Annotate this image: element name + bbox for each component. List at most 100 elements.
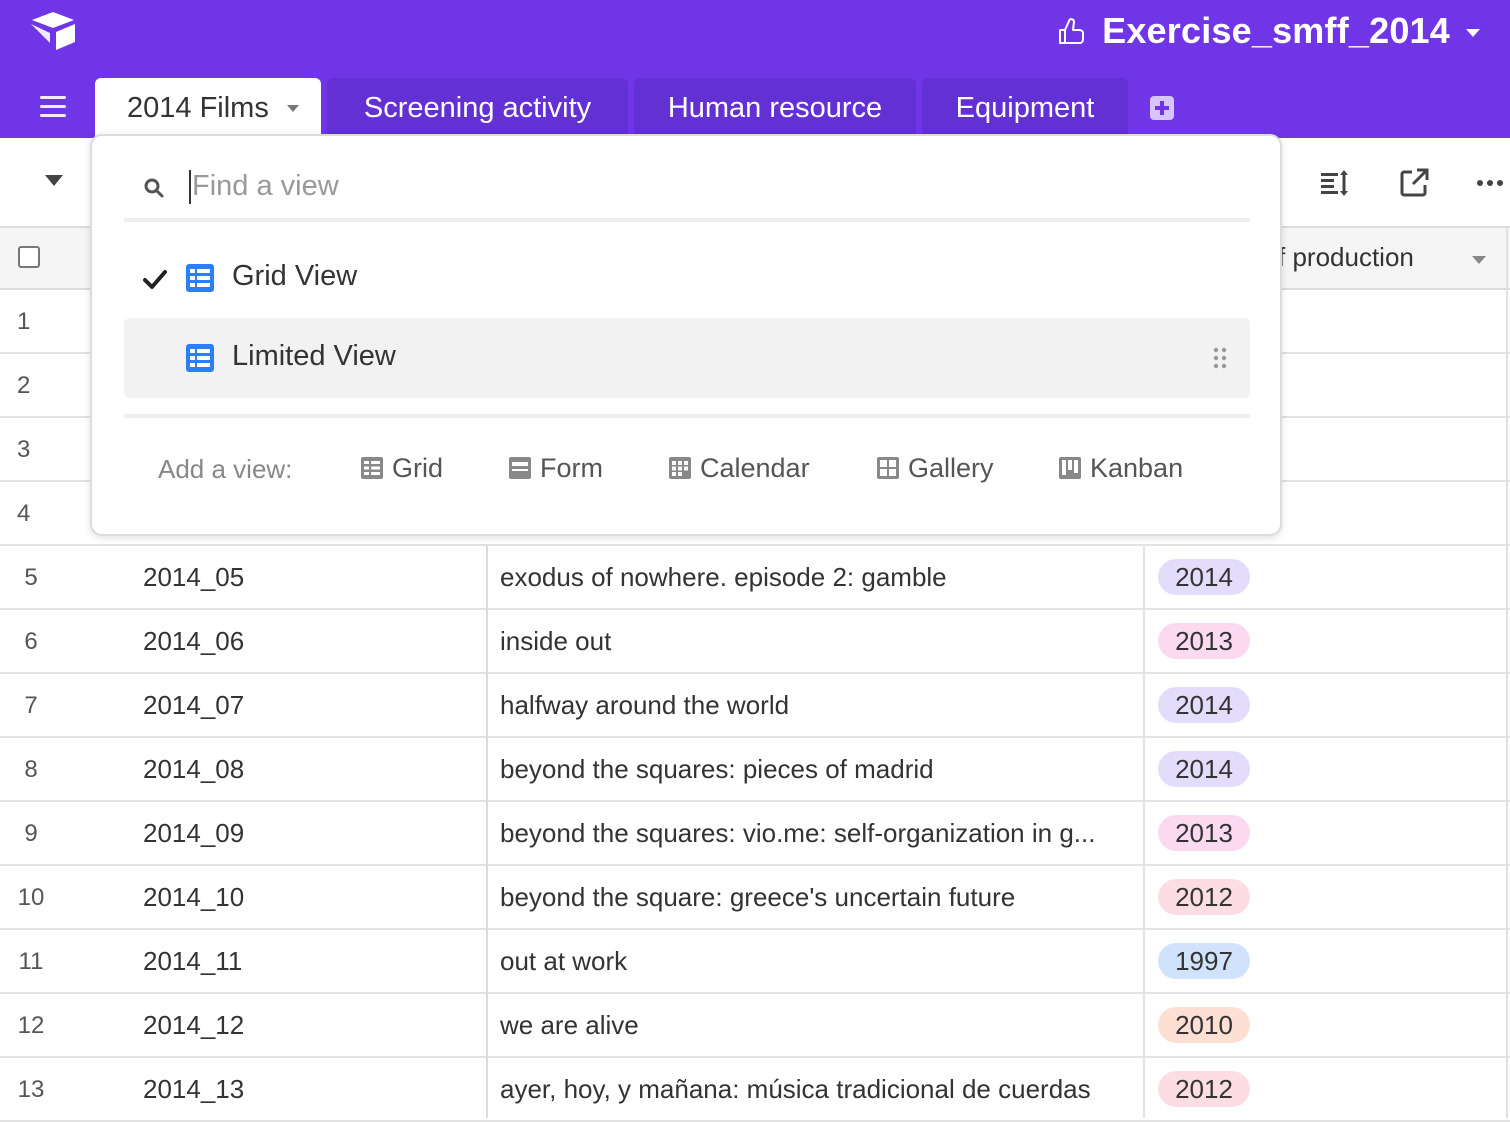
hand-pointer-icon[interactable]	[1056, 16, 1086, 46]
row-number: 11	[18, 948, 44, 975]
row-number: 12	[17, 1012, 45, 1039]
table-row[interactable]: 10 2014_10 beyond the square: greece's u…	[0, 866, 1510, 930]
year-tag[interactable]: 2014	[1158, 751, 1250, 787]
tab-equipment[interactable]: Equipment	[922, 78, 1128, 138]
base-title-area[interactable]: Exercise_smff_2014	[1056, 8, 1480, 54]
year-tag[interactable]: 2014	[1158, 687, 1250, 723]
add-gallery-view-button[interactable]: Gallery	[876, 448, 994, 488]
year-tag[interactable]: 2013	[1158, 815, 1250, 851]
film-title-cell[interactable]: beyond the squares: vio.me: self-organiz…	[500, 818, 1130, 849]
kanban-icon	[1059, 457, 1081, 479]
film-title-cell[interactable]: exodus of nowhere. episode 2: gamble	[500, 562, 1130, 593]
film-id-cell[interactable]: 2014_10	[143, 882, 244, 913]
column-header-dropdown-icon[interactable]	[1472, 256, 1486, 264]
tab-label: 2014 Films	[127, 91, 269, 124]
film-id-cell[interactable]: 2014_09	[143, 818, 244, 849]
row-number: 1	[17, 308, 31, 335]
grid-view-icon	[186, 344, 214, 372]
select-all-checkbox[interactable]	[18, 246, 40, 268]
film-id-cell[interactable]: 2014_08	[143, 754, 244, 785]
year-tag[interactable]: 2013	[1158, 623, 1250, 659]
film-id-cell[interactable]: 2014_06	[143, 626, 244, 657]
calendar-icon	[669, 457, 691, 479]
drag-handle-icon[interactable]	[1212, 346, 1228, 370]
grid-view-icon	[186, 264, 214, 292]
film-title-cell[interactable]: inside out	[500, 626, 1130, 657]
year-tag[interactable]: 2012	[1158, 1071, 1250, 1107]
add-form-view-button[interactable]: Form	[508, 448, 603, 488]
more-options-icon[interactable]	[1474, 166, 1508, 200]
hamburger-menu-icon[interactable]	[40, 96, 66, 118]
base-title[interactable]: Exercise_smff_2014	[1102, 10, 1450, 52]
add-kanban-view-button[interactable]: Kanban	[1058, 448, 1183, 488]
add-option-label: Kanban	[1090, 452, 1184, 483]
year-tag[interactable]: 2010	[1158, 1007, 1250, 1043]
year-tag[interactable]: 2012	[1158, 879, 1250, 915]
column-header-year-of-production[interactable]: f production	[1278, 242, 1414, 273]
column-divider	[1506, 228, 1508, 1118]
row-number: 7	[24, 692, 38, 719]
row-number: 5	[24, 564, 38, 591]
film-id-cell[interactable]: 2014_07	[143, 690, 244, 721]
form-icon	[509, 457, 531, 479]
row-number: 13	[17, 1076, 45, 1103]
view-switcher-dropdown: Grid View Limited View Add a view: Grid	[90, 134, 1282, 536]
table-row[interactable]: 6 2014_06 inside out 2013	[0, 610, 1510, 674]
grid-icon	[361, 457, 383, 479]
tab-human-resource[interactable]: Human resource	[634, 78, 916, 138]
checkmark-icon	[143, 270, 167, 289]
tab-label: Screening activity	[363, 91, 592, 124]
airtable-logo-icon[interactable]	[28, 10, 78, 50]
row-height-icon[interactable]	[1318, 166, 1352, 200]
base-title-dropdown-icon[interactable]	[1466, 29, 1480, 37]
film-id-cell[interactable]: 2014_12	[143, 1010, 244, 1041]
tab-label: Equipment	[955, 91, 1095, 124]
row-number: 10	[17, 884, 45, 911]
divider	[124, 218, 1250, 222]
table-row[interactable]: 9 2014_09 beyond the squares: vio.me: se…	[0, 802, 1510, 866]
search-icon	[144, 178, 164, 198]
film-title-cell[interactable]: beyond the square: greece's uncertain fu…	[500, 882, 1130, 913]
film-id-cell[interactable]: 2014_05	[143, 562, 244, 593]
tab-2014-films[interactable]: 2014 Films	[95, 78, 321, 138]
find-view-input[interactable]	[192, 164, 1172, 208]
add-grid-view-button[interactable]: Grid	[360, 448, 443, 488]
add-calendar-view-button[interactable]: Calendar	[668, 448, 810, 488]
table-row[interactable]: 5 2014_05 exodus of nowhere. episode 2: …	[0, 546, 1510, 610]
table-row[interactable]: 13 2014_13 ayer, hoy, y mañana: música t…	[0, 1058, 1510, 1122]
film-title-cell[interactable]: ayer, hoy, y mañana: música tradicional …	[500, 1074, 1130, 1105]
film-title-cell[interactable]: beyond the squares: pieces of madrid	[500, 754, 1130, 785]
add-table-icon[interactable]	[1150, 96, 1174, 120]
add-option-label: Grid	[392, 452, 444, 483]
view-item-limited-view[interactable]: Limited View	[124, 318, 1250, 398]
view-switcher-caret-icon[interactable]	[45, 175, 63, 186]
add-view-label: Add a view:	[158, 454, 293, 484]
row-number: 2	[17, 372, 31, 399]
view-label: Limited View	[232, 340, 396, 372]
tab-label: Human resource	[667, 91, 883, 124]
film-title-cell[interactable]: we are alive	[500, 1010, 1130, 1041]
divider	[124, 414, 1250, 418]
year-tag[interactable]: 2014	[1158, 559, 1250, 595]
tab-screening-activity[interactable]: Screening activity	[327, 78, 628, 138]
gallery-icon	[877, 457, 899, 479]
row-number: 9	[24, 820, 38, 847]
tab-dropdown-icon[interactable]	[286, 104, 299, 112]
column-divider	[486, 545, 488, 1118]
table-row[interactable]: 8 2014_08 beyond the squares: pieces of …	[0, 738, 1510, 802]
view-item-grid-view[interactable]: Grid View	[124, 238, 1250, 318]
share-view-icon[interactable]	[1398, 166, 1432, 200]
table-row[interactable]: 7 2014_07 halfway around the world 2014	[0, 674, 1510, 738]
row-number: 6	[24, 628, 38, 655]
film-id-cell[interactable]: 2014_13	[143, 1074, 244, 1105]
row-number: 8	[24, 756, 38, 783]
table-row[interactable]: 12 2014_12 we are alive 2010	[0, 994, 1510, 1058]
film-id-cell[interactable]: 2014_11	[143, 946, 242, 977]
app-header: Exercise_smff_2014 2014 Films Screening …	[0, 0, 1510, 138]
column-divider	[1143, 545, 1145, 1118]
add-option-label: Calendar	[700, 452, 810, 483]
film-title-cell[interactable]: out at work	[500, 946, 1130, 977]
table-row[interactable]: 11 2014_11 out at work 1997	[0, 930, 1510, 994]
film-title-cell[interactable]: halfway around the world	[500, 690, 1130, 721]
year-tag[interactable]: 1997	[1158, 943, 1250, 979]
